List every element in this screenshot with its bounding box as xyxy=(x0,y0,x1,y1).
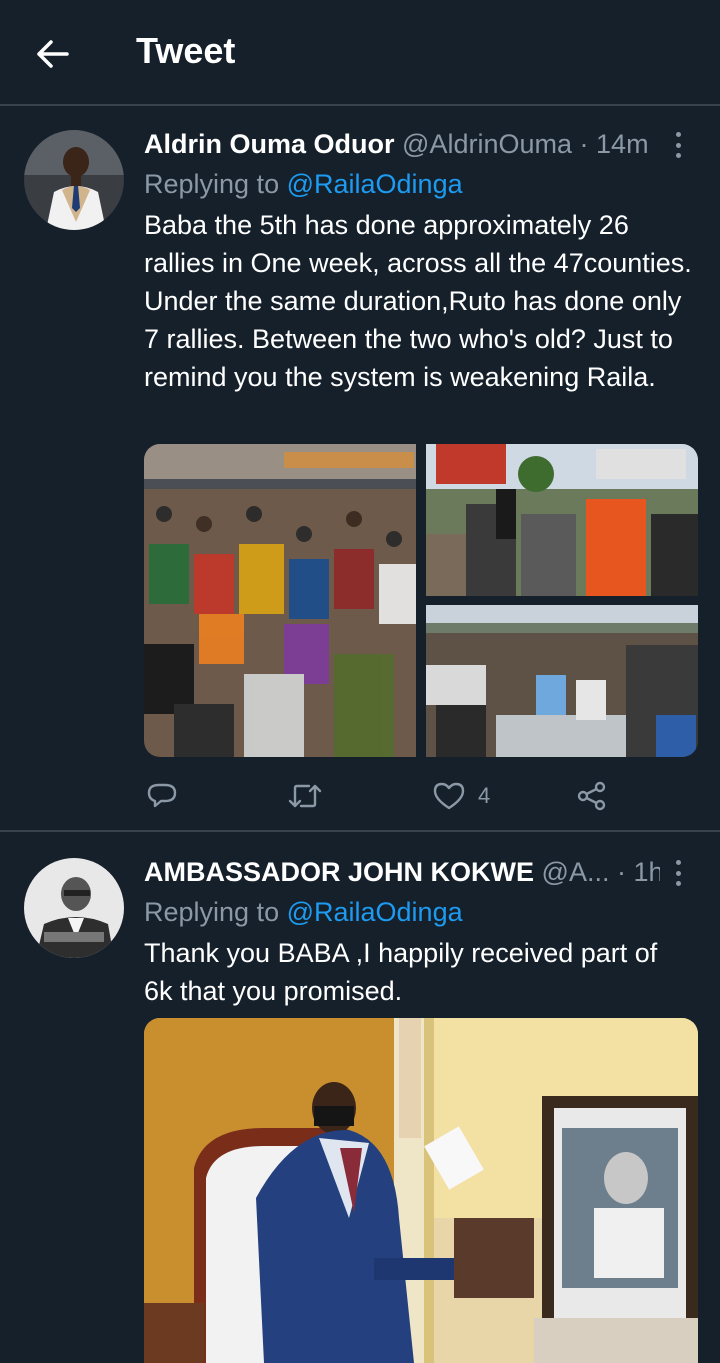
retweet-button[interactable] xyxy=(287,774,335,818)
tweet-text: Baba the 5th has done approximately 26 r… xyxy=(144,210,692,392)
reply-icon xyxy=(147,783,177,808)
avatar[interactable] xyxy=(24,858,124,958)
tweet-photo[interactable] xyxy=(144,444,416,757)
replying-to-label: Replying to xyxy=(144,169,287,199)
timestamp[interactable]: 14m xyxy=(596,129,649,159)
tweet-actions: 4 xyxy=(144,774,698,818)
back-arrow-icon xyxy=(37,40,69,68)
top-app-bar: Tweet xyxy=(0,0,720,106)
replying-to: Replying to @RailaOdinga xyxy=(144,892,463,932)
like-count: 4 xyxy=(478,783,491,808)
more-options-button[interactable] xyxy=(668,128,688,162)
page-title: Tweet xyxy=(136,30,236,71)
tweet-header: Aldrin Ouma Oduor @AldrinOuma · 14m xyxy=(144,124,660,164)
tweet-media-grid[interactable] xyxy=(144,444,698,757)
replying-to-label: Replying to xyxy=(144,897,287,927)
share-button[interactable] xyxy=(576,774,608,818)
author-handle[interactable]: @A... xyxy=(542,857,610,887)
avatar[interactable] xyxy=(24,130,124,230)
separator-dot: · xyxy=(579,129,589,159)
tweet[interactable]: AMBASSADOR JOHN KOKWE @A... · 1h Replyin… xyxy=(0,834,720,1363)
separator-dot: · xyxy=(616,857,626,887)
like-icon xyxy=(433,782,465,810)
tweet-photo[interactable] xyxy=(426,605,698,757)
author-handle[interactable]: @AldrinOuma xyxy=(402,129,572,159)
more-options-button[interactable] xyxy=(668,856,688,890)
replying-to-link[interactable]: @RailaOdinga xyxy=(287,897,463,927)
avatar-photo xyxy=(24,858,124,958)
reply-button[interactable] xyxy=(146,774,190,818)
author-name[interactable]: AMBASSADOR JOHN KOKWE xyxy=(144,857,534,887)
avatar-photo xyxy=(24,130,124,230)
share-icon xyxy=(577,781,606,811)
tweet-photo[interactable] xyxy=(426,444,698,596)
tweet-text: Thank you BABA ,I happily received part … xyxy=(144,938,658,1006)
replying-to: Replying to @RailaOdinga xyxy=(144,164,463,204)
retweet-icon xyxy=(288,784,322,808)
tweet-header: AMBASSADOR JOHN KOKWE @A... · 1h xyxy=(144,852,660,892)
timestamp[interactable]: 1h xyxy=(633,857,660,887)
replying-to-link[interactable]: @RailaOdinga xyxy=(287,169,463,199)
author-name[interactable]: Aldrin Ouma Oduor xyxy=(144,129,395,159)
tweet[interactable]: Aldrin Ouma Oduor @AldrinOuma · 14m Repl… xyxy=(0,106,720,832)
back-button[interactable] xyxy=(30,34,74,74)
tweet-photo[interactable] xyxy=(144,1018,698,1363)
like-button[interactable]: 4 xyxy=(432,774,490,818)
more-icon xyxy=(675,860,681,865)
more-icon xyxy=(675,132,681,137)
